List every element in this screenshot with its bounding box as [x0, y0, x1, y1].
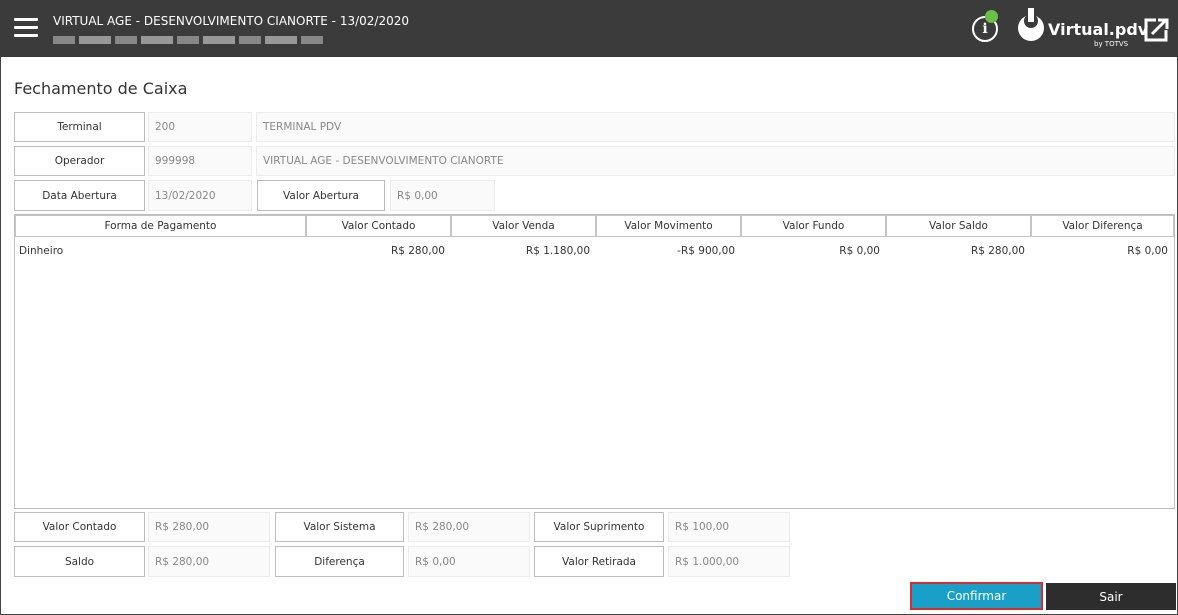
logo-mark-icon	[1018, 8, 1044, 41]
data-abertura-label: Data Abertura	[14, 180, 145, 211]
table-cell: R$ 0,00	[839, 245, 880, 257]
column-header[interactable]: Valor Venda	[451, 215, 596, 237]
table-cell: R$ 280,00	[390, 245, 445, 257]
valor-retirada-label: Valor Retirada	[534, 546, 664, 577]
valor-abertura-label: Valor Abertura	[257, 180, 385, 211]
column-header[interactable]: Valor Fundo	[741, 215, 886, 237]
valor-suprimento-field[interactable]: R$ 100,00	[668, 512, 790, 542]
table-cell: -R$ 900,00	[677, 245, 735, 257]
terminal-code-field[interactable]: 200	[148, 112, 252, 142]
expand-icon[interactable]	[1144, 16, 1170, 42]
app-subtitle-blurred	[53, 36, 323, 44]
table-cell: R$ 280,00	[970, 245, 1025, 257]
column-header[interactable]: Forma de Pagamento	[15, 215, 306, 237]
hamburger-menu-icon[interactable]	[14, 18, 38, 38]
table-header: Forma de Pagamento Valor Contado Valor V…	[15, 215, 1174, 237]
table-cell: R$ 1.180,00	[525, 245, 590, 257]
diferenca-field[interactable]: R$ 0,00	[408, 546, 530, 577]
operador-code-field[interactable]: 999998	[148, 146, 252, 176]
saldo-label: Saldo	[14, 546, 145, 577]
saldo-field[interactable]: R$ 280,00	[148, 546, 270, 577]
column-header[interactable]: Valor Contado	[306, 215, 451, 237]
valor-sistema-field[interactable]: R$ 280,00	[408, 512, 530, 542]
valor-contado-label: Valor Contado	[14, 512, 145, 542]
valor-sistema-label: Valor Sistema	[275, 512, 404, 542]
payment-table: Forma de Pagamento Valor Contado Valor V…	[14, 214, 1175, 509]
exit-button[interactable]: Sair	[1046, 583, 1176, 610]
column-header[interactable]: Valor Saldo	[886, 215, 1031, 237]
data-abertura-field[interactable]: 13/02/2020	[148, 180, 252, 211]
valor-contado-field[interactable]: R$ 280,00	[148, 512, 270, 542]
diferenca-label: Diferença	[275, 546, 404, 577]
valor-suprimento-label: Valor Suprimento	[534, 512, 664, 542]
page-title: Fechamento de Caixa	[14, 79, 188, 98]
column-header[interactable]: Valor Diferença	[1031, 215, 1174, 237]
valor-retirada-field[interactable]: R$ 1.000,00	[668, 546, 790, 577]
terminal-name-field[interactable]: TERMINAL PDV	[256, 112, 1175, 142]
operador-label: Operador	[14, 146, 145, 176]
column-header[interactable]: Valor Movimento	[596, 215, 741, 237]
logo-subtext: by TOTVS	[1094, 40, 1129, 48]
virtual-pdv-logo: Virtual.pdv by TOTVS	[1016, 8, 1148, 52]
confirm-button[interactable]: Confirmar	[910, 582, 1043, 610]
logo-text: Virtual.pdv	[1048, 20, 1149, 39]
table-cell: R$ 0,00	[1127, 245, 1168, 257]
table-cell: Dinheiro	[19, 245, 64, 257]
valor-abertura-field[interactable]: R$ 0,00	[390, 180, 495, 211]
terminal-label: Terminal	[14, 112, 145, 142]
top-bar: VIRTUAL AGE - DESENVOLVIMENTO CIANORTE -…	[0, 0, 1178, 57]
table-row[interactable]: Dinheiro R$ 280,00 R$ 1.180,00 -R$ 900,0…	[15, 241, 1174, 261]
operador-name-field[interactable]: VIRTUAL AGE - DESENVOLVIMENTO CIANORTE	[256, 146, 1175, 176]
app-title: VIRTUAL AGE - DESENVOLVIMENTO CIANORTE -…	[53, 14, 409, 28]
online-status-icon	[985, 10, 998, 23]
